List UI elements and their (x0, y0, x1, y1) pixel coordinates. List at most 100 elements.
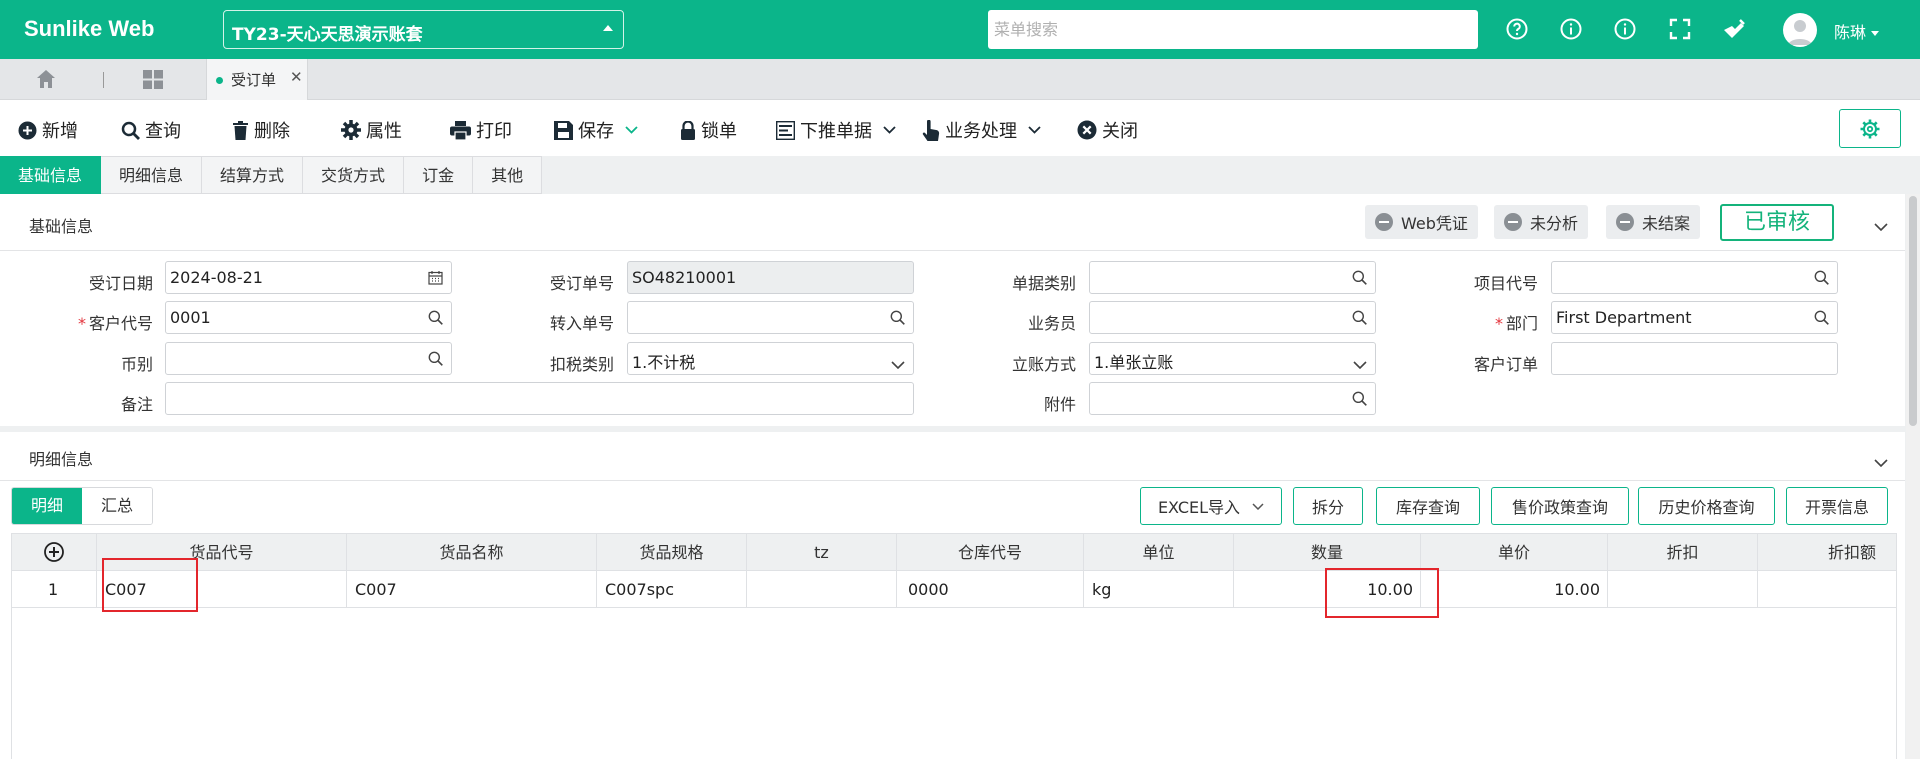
col-unit-price[interactable]: 单价 (1421, 534, 1608, 571)
price-policy-query-button[interactable]: 售价政策查询 (1491, 487, 1629, 525)
col-quantity[interactable]: 数量 (1234, 534, 1421, 571)
excel-import-button[interactable]: EXCEL导入 (1140, 487, 1282, 525)
account-selector[interactable]: TY23-天心天思演示账套 (223, 10, 624, 49)
unit-cell[interactable]: kg (1084, 571, 1234, 608)
menu-search-input[interactable] (988, 10, 1478, 49)
delete-button[interactable]: 删除 (232, 117, 290, 143)
calendar-icon[interactable] (428, 270, 443, 289)
customer-order-field[interactable] (1551, 342, 1838, 375)
col-discount-amount[interactable]: 折扣额 (1758, 534, 1896, 571)
tab-delivery[interactable]: 交货方式 (303, 156, 405, 194)
department-label: * 部门 (1418, 310, 1538, 334)
brand-logo: Sunlike Web (24, 16, 155, 41)
delete-label: 删除 (254, 121, 290, 142)
search-icon[interactable] (428, 310, 443, 329)
order-date-field[interactable]: 2024-08-21 (165, 261, 452, 294)
chevron-down-icon[interactable] (1874, 216, 1888, 235)
tab-basic-info[interactable]: 基础信息 (0, 156, 102, 194)
department-field[interactable]: First Department (1551, 301, 1838, 334)
item-name-cell[interactable]: C007 (347, 571, 597, 608)
split-button[interactable]: 拆分 (1293, 487, 1363, 525)
search-icon[interactable] (1814, 310, 1829, 329)
col-tz[interactable]: tz (747, 534, 897, 571)
home-icon[interactable] (36, 69, 56, 93)
col-warehouse-code[interactable]: 仓库代号 (897, 534, 1084, 571)
transfer-no-field[interactable] (627, 301, 914, 334)
chevron-down-icon (1353, 354, 1367, 373)
customer-code-field[interactable]: 0001 (165, 301, 452, 334)
col-item-name[interactable]: 货品名称 (347, 534, 597, 571)
invoice-info-button[interactable]: 开票信息 (1786, 487, 1888, 525)
account-method-select[interactable]: 1.单张立账 (1089, 342, 1376, 375)
help-icon[interactable] (1506, 18, 1528, 40)
close-button[interactable]: 关闭 (1077, 117, 1138, 143)
table-row[interactable]: 1 C007 C007 C007spc 0000 kg 10.00 10.00 (12, 571, 1896, 608)
tab-other[interactable]: 其他 (473, 156, 543, 194)
tax-type-value: 1.不计税 (632, 353, 696, 372)
badge-label: 未结案 (1642, 214, 1691, 233)
tab-summary[interactable]: 汇总 (82, 488, 152, 524)
properties-button[interactable]: 属性 (341, 117, 402, 143)
lock-button[interactable]: 锁单 (680, 117, 737, 143)
add-row-cell[interactable] (12, 534, 97, 571)
clean-brush-icon[interactable] (1722, 18, 1745, 40)
plus-circle-icon[interactable] (44, 542, 64, 562)
item-spec-cell[interactable]: C007spc (597, 571, 747, 608)
printer-icon (450, 120, 471, 140)
search-icon[interactable] (1814, 270, 1829, 289)
salesperson-field[interactable] (1089, 301, 1376, 334)
save-button[interactable]: 保存 (554, 117, 638, 143)
price-history-query-button[interactable]: 历史价格查询 (1638, 487, 1775, 525)
about-icon[interactable] (1614, 18, 1636, 40)
settings-button[interactable] (1839, 109, 1901, 148)
info-icon[interactable] (1560, 18, 1582, 40)
unclosed-badge[interactable]: 未结案 (1606, 205, 1701, 239)
tax-type-select[interactable]: 1.不计税 (627, 342, 914, 375)
search-icon[interactable] (1352, 270, 1367, 289)
avatar[interactable] (1783, 13, 1817, 47)
project-code-field[interactable] (1551, 261, 1838, 294)
tab-settlement[interactable]: 结算方式 (202, 156, 304, 194)
doc-type-field[interactable] (1089, 261, 1376, 294)
business-process-button[interactable]: 业务处理 (922, 117, 1041, 143)
chevron-down-icon (883, 126, 896, 134)
search-icon[interactable] (1352, 391, 1367, 410)
attachment-field[interactable] (1089, 382, 1376, 415)
user-menu[interactable]: 陈琳 (1834, 19, 1880, 43)
tab-detail-info[interactable]: 明细信息 (101, 156, 203, 194)
remark-field[interactable] (165, 382, 914, 415)
tab-divider (103, 72, 104, 88)
tab-sales-order[interactable]: 受订单 ✕ (206, 59, 308, 100)
search-icon[interactable] (1352, 310, 1367, 329)
gear-icon (1860, 119, 1880, 138)
scrollbar-thumb[interactable] (1909, 196, 1917, 426)
stock-query-button[interactable]: 库存查询 (1376, 487, 1480, 525)
currency-field[interactable] (165, 342, 452, 375)
new-button[interactable]: 新增 (18, 117, 78, 143)
chevron-down-icon[interactable] (625, 126, 638, 134)
discount-cell[interactable] (1608, 571, 1758, 608)
search-icon[interactable] (890, 310, 905, 329)
close-tab-icon[interactable]: ✕ (290, 68, 303, 86)
warehouse-cell[interactable]: 0000 (897, 571, 1084, 608)
unanalyzed-badge[interactable]: 未分析 (1494, 205, 1589, 239)
web-voucher-badge[interactable]: Web凭证 (1365, 205, 1478, 239)
query-button[interactable]: 查询 (121, 117, 181, 143)
discount-amount-cell[interactable] (1758, 571, 1896, 608)
customer-code-label: * 客户代号 (33, 310, 153, 334)
unit-price-cell[interactable]: 10.00 (1421, 571, 1608, 608)
chevron-down-icon[interactable] (1874, 452, 1888, 471)
col-discount[interactable]: 折扣 (1608, 534, 1758, 571)
col-unit[interactable]: 单位 (1084, 534, 1234, 571)
print-button[interactable]: 打印 (450, 117, 512, 143)
tz-cell[interactable] (747, 571, 897, 608)
fullscreen-icon[interactable] (1669, 18, 1691, 40)
search-icon[interactable] (428, 351, 443, 370)
order-no-label: 受订单号 (549, 274, 614, 293)
tab-detail[interactable]: 明细 (12, 488, 82, 524)
col-item-spec[interactable]: 货品规格 (597, 534, 747, 571)
push-down-button[interactable]: 下推单据 (776, 117, 896, 143)
project-code-label: 项目代号 (1473, 274, 1538, 293)
tab-deposit[interactable]: 订金 (404, 156, 474, 194)
apps-grid-icon[interactable] (143, 70, 165, 94)
